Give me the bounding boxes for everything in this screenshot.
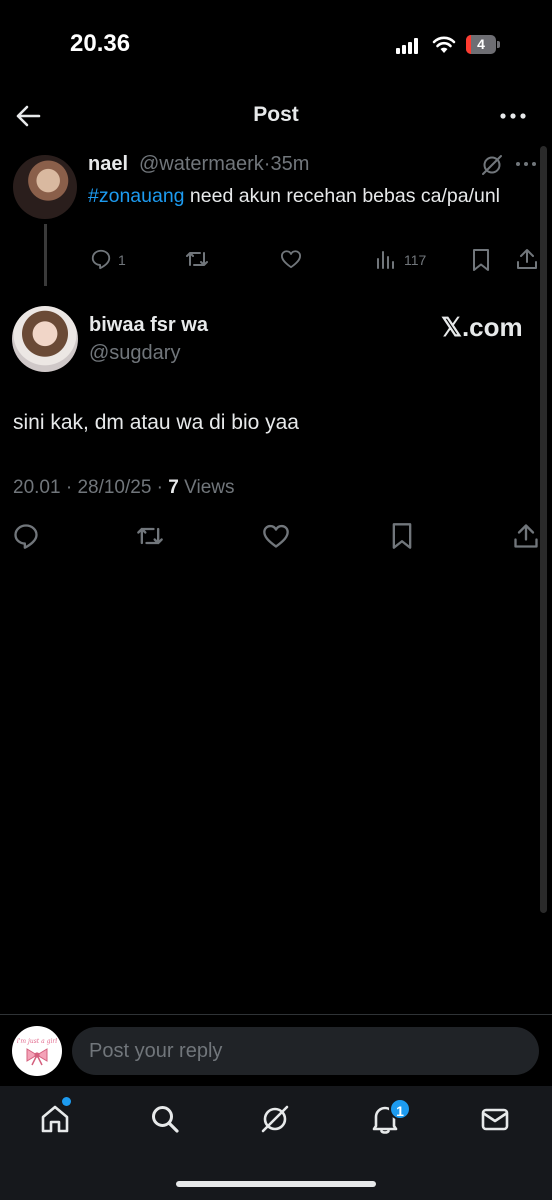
- views-label[interactable]: Views: [184, 477, 234, 498]
- signal-icon: [396, 38, 418, 54]
- retweet-icon[interactable]: [185, 248, 209, 270]
- like-icon[interactable]: [280, 249, 302, 269]
- reply-input[interactable]: [72, 1027, 539, 1075]
- unread-dot: [62, 1097, 71, 1106]
- source-badge: 𝕏.com: [441, 312, 523, 342]
- post-time: 20.01: [13, 477, 61, 498]
- like-icon[interactable]: [262, 522, 290, 550]
- hashtag-link[interactable]: #zonauang: [88, 185, 185, 207]
- post-date: 28/10/25: [77, 477, 152, 498]
- grok-nav-icon[interactable]: [259, 1103, 291, 1135]
- battery-level: 4: [477, 36, 485, 52]
- scrollbar[interactable]: [540, 146, 547, 913]
- notifications-badge: 1: [389, 1098, 411, 1120]
- home-icon[interactable]: [39, 1103, 71, 1135]
- divider: [0, 1014, 552, 1015]
- author-handle[interactable]: @sugdary: [89, 342, 180, 365]
- author-name[interactable]: biwaa fsr wa: [89, 314, 208, 337]
- post-body: need akun recehan bebas ca/pa/unl: [184, 185, 501, 207]
- reply-icon[interactable]: [12, 522, 40, 550]
- avatar-caption: i'm just a girl: [17, 1038, 57, 1045]
- avatar[interactable]: [13, 155, 77, 219]
- thread-line: [44, 224, 47, 286]
- retweet-icon[interactable]: [136, 522, 164, 550]
- post-text: sini kak, dm atau wa di bio yaa: [13, 411, 299, 434]
- page-title: Post: [253, 103, 299, 126]
- bow-icon: i'm just a girl: [17, 1038, 57, 1066]
- reply-count: 1: [118, 252, 126, 268]
- more-icon[interactable]: [498, 104, 528, 128]
- post-text: #zonauang need akun recehan bebas ca/pa/…: [88, 183, 538, 210]
- avatar[interactable]: [12, 306, 78, 372]
- bookmark-icon[interactable]: [388, 522, 416, 550]
- views-icon[interactable]: [376, 249, 396, 269]
- share-icon[interactable]: [515, 247, 539, 271]
- author-name[interactable]: nael: [88, 153, 128, 176]
- wifi-icon: [432, 36, 456, 53]
- search-icon[interactable]: [149, 1103, 181, 1135]
- grok-icon[interactable]: [480, 153, 504, 177]
- reply-icon[interactable]: [90, 248, 112, 270]
- views-count: 117: [404, 252, 427, 268]
- author-handle[interactable]: @watermaerk: [139, 153, 264, 175]
- status-time: 20.36: [70, 30, 131, 57]
- more-icon[interactable]: [514, 154, 538, 174]
- post-meta: 20.01 · 28/10/25 · 7 Views: [13, 477, 235, 498]
- home-indicator: [176, 1181, 376, 1187]
- avatar[interactable]: i'm just a girl: [12, 1026, 62, 1076]
- share-icon[interactable]: [512, 522, 540, 550]
- messages-icon[interactable]: [479, 1103, 511, 1135]
- battery-icon: 4: [466, 35, 500, 54]
- views-count: 7: [168, 477, 179, 498]
- bookmark-icon[interactable]: [471, 248, 491, 272]
- author-handle-time: @watermaerk·35m: [139, 153, 309, 176]
- post-time: 35m: [270, 153, 310, 175]
